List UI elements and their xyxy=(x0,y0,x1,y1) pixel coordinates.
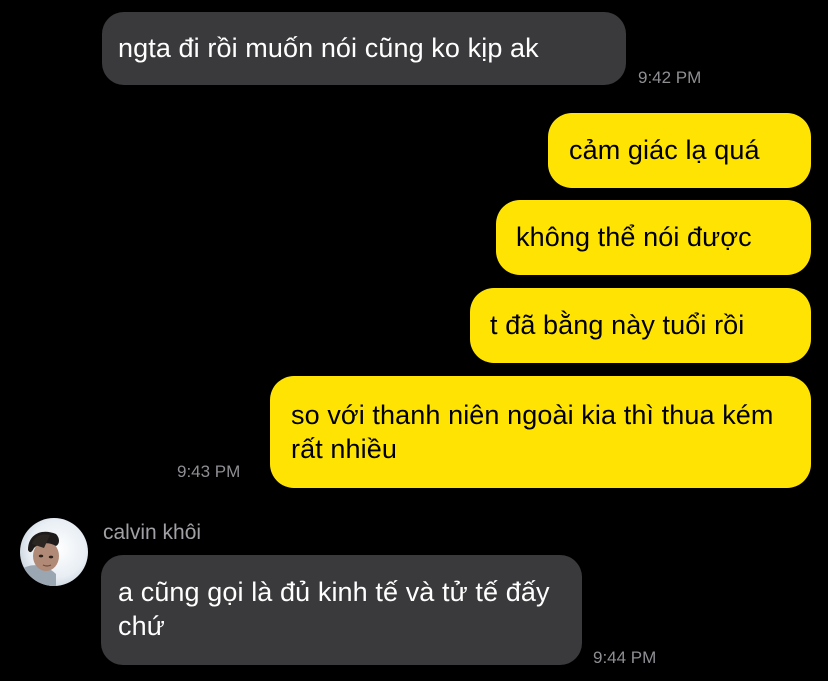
message-bubble-outgoing[interactable]: t đã bằng này tuổi rồi xyxy=(470,288,811,363)
message-bubble-outgoing[interactable]: cảm giác lạ quá xyxy=(548,113,811,188)
message-bubble-outgoing[interactable]: so với thanh niên ngoài kia thì thua kém… xyxy=(270,376,811,488)
message-bubble-outgoing[interactable]: không thể nói được xyxy=(496,200,811,275)
sender-name: calvin khôi xyxy=(103,521,202,544)
message-bubble-incoming[interactable]: ngta đi rồi muốn nói cũng ko kịp ak xyxy=(102,12,626,85)
message-timestamp: 9:42 PM xyxy=(638,68,702,87)
message-timestamp: 9:44 PM xyxy=(593,648,657,667)
contact-photo-icon xyxy=(20,518,88,586)
message-bubble-incoming[interactable]: a cũng gọi là đủ kinh tế và tử tế đấy ch… xyxy=(101,555,582,665)
message-timestamp: 9:43 PM xyxy=(177,462,241,481)
contact-avatar[interactable] xyxy=(20,518,88,586)
